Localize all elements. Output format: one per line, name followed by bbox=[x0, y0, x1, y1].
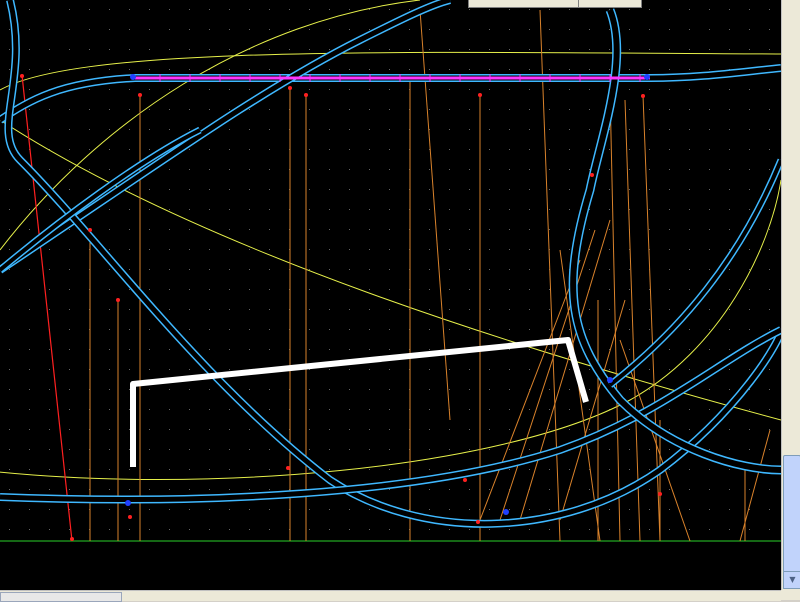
vertical-scrollbar[interactable]: ▼ bbox=[781, 0, 800, 590]
track-editor-canvas[interactable] bbox=[0, 0, 781, 590]
horizontal-scrollbar[interactable] bbox=[0, 590, 781, 602]
horizontal-scroll-thumb[interactable] bbox=[0, 592, 122, 602]
top-tab-left[interactable] bbox=[468, 0, 580, 8]
vertical-scroll-thumb[interactable] bbox=[783, 455, 800, 575]
track-layout-svg[interactable] bbox=[0, 0, 781, 590]
top-tab-right[interactable] bbox=[578, 0, 642, 8]
scrollbar-corner bbox=[781, 590, 800, 600]
arrow-down-icon[interactable]: ▼ bbox=[783, 571, 800, 589]
